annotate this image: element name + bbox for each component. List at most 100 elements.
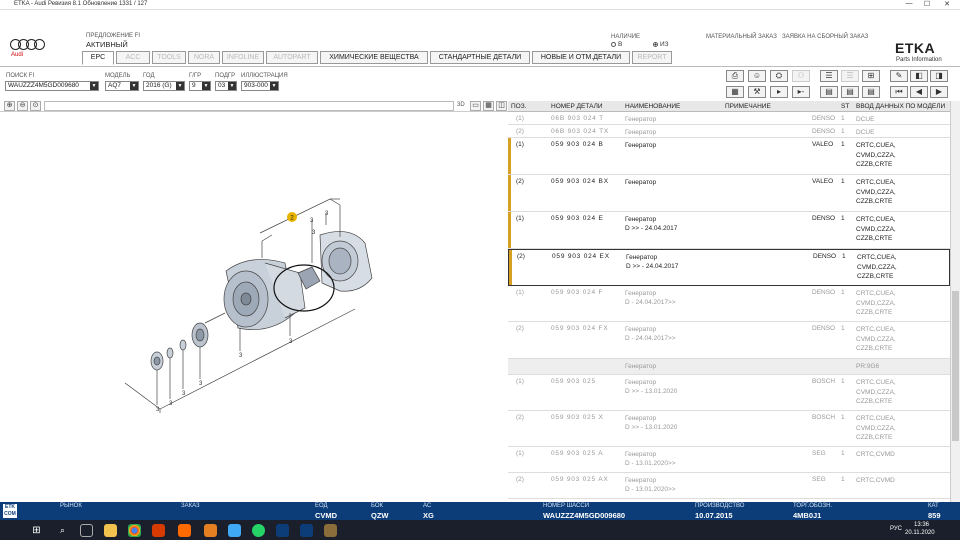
cell-name: Генератор D - 13.01.2020>> [625,477,676,493]
table-row[interactable]: (2) 059 903 025 AX Генератор D - 13.01.2020… [508,473,950,499]
col-part-number[interactable]: НОМЕР ДЕТАЛИ [551,103,603,110]
tab-new-parts[interactable]: НОВЫЕ И ОТМ.ДЕТАЛИ [532,51,630,64]
production-value: 10.07.2015 [695,511,733,520]
table-row[interactable]: (1) 059 903 024 F Генератор D - 24.04.2017>… [508,286,950,322]
windows-start-icon[interactable]: ⊞ [30,524,43,537]
col-note[interactable]: ПРИМЕЧАНИЕ [725,103,771,110]
radio-v[interactable]: В [611,41,622,48]
app-taskbar-icon[interactable] [324,524,337,537]
skype-icon[interactable] [228,524,241,537]
table-row[interactable]: (1) 059 903 025 A Генератор D - 13.01.2020>… [508,447,950,473]
table-row[interactable]: Генератор PR:9G6 [508,359,950,375]
pin-icon[interactable]: ✎ [890,70,908,82]
table-row[interactable]: (1) 059 903 024 B Генератор VALEO 1 CRTC,CUEA… [508,138,950,175]
3d-label[interactable]: 3D [457,102,465,108]
next-illustration-icon[interactable]: ◨ [930,70,948,82]
maximize-button[interactable]: ☐ [920,0,934,8]
table-row[interactable]: (2) 059 903 025 X Генератор D >> - 13.01.20… [508,411,950,447]
table-row[interactable]: (1) 059 903 024 E Генератор D >> - 24.04.20… [508,212,950,249]
sub-group-select[interactable]: 03 ▼ [215,81,237,91]
chrome-icon[interactable] [128,524,141,537]
image-search-field[interactable] [44,101,454,111]
tab-infoline[interactable]: INFOLINE [222,51,264,64]
close-button[interactable]: ✕ [940,0,954,8]
wrench-icon[interactable]: ⚒ [748,86,766,98]
minus-arrow-icon[interactable]: ▸- [792,86,810,98]
car-icon[interactable]: ⛭ [770,70,788,82]
clock-time[interactable]: 13:36 [914,522,929,528]
doc-edit2-icon[interactable]: ▤ [862,86,880,98]
next-page-icon[interactable]: ▶ [930,86,948,98]
table-row[interactable]: (2) 06B 903 024 TX Генератор DENSO 1 DCUE [508,125,950,138]
tab-epc[interactable]: EPC [82,51,114,65]
binoculars-icon[interactable]: ⚇ [792,70,810,82]
app-icon[interactable] [204,524,217,537]
parts-table-scrollbar[interactable] [950,101,960,502]
col-st[interactable]: ST [841,103,849,110]
col-name[interactable]: НАИМЕНОВАНИЕ [625,103,680,110]
table-row[interactable]: (2) 059 903 024 FX Генератор D - 24.04.2017… [508,322,950,359]
expand-icon[interactable]: ▸ [770,86,788,98]
parts-illustration[interactable]: 2 3 3 3 3 3 3 3 3 3 [0,113,508,501]
list-disabled-icon[interactable]: ☰ [841,70,859,82]
zoom-fit-icon[interactable]: ⊙ [30,101,41,111]
clock-date[interactable]: 20.11.2020 [905,530,935,536]
tab-nora[interactable]: NORA [188,51,220,64]
window-icon[interactable]: ▭ [470,101,481,111]
table-row[interactable]: (2) 059 903 024 BX Генератор VALEO 1 CRTC,CUE… [508,175,950,212]
illustration-select[interactable]: 903-000 ▼ [241,81,279,91]
collective-order-link[interactable]: ЗАЯВКА НА СБОРНЫЙ ЗАКАЗ [782,34,868,40]
table-row[interactable]: (1) 06B 903 024 T Генератор DENSO 1 DCUE [508,112,950,125]
split-icon[interactable]: ◫ [496,101,507,111]
audi-rings-logo [10,39,46,51]
tab-autopart[interactable]: AUTOPART [266,51,318,64]
vehicle-status-bar: ETK COM РЫНОК ЗАКАЗ ЕОД CVMD БОК QZW АС X… [0,502,960,520]
cell-name: Генератор D - 13.01.2020>> [625,451,676,467]
etka-taskbar-icon[interactable] [276,524,289,537]
whatsapp-icon[interactable] [252,524,265,537]
cell-note: DENSO [812,289,836,296]
model-select[interactable]: AQ7 ▼ [105,81,139,91]
office-icon[interactable] [152,524,165,537]
file-explorer-icon[interactable] [104,524,117,537]
person-icon[interactable]: ☺ [748,70,766,82]
zoom-out-icon[interactable]: ⊖ [17,101,28,111]
prev-page-icon[interactable]: ◀ [910,86,928,98]
tab-acc[interactable]: ACC [116,51,150,64]
part-label: 3 [199,381,203,387]
table-row[interactable]: (2) 059 903 024 EX Генератор D >> - 24.04.2… [508,249,950,286]
task-view-icon[interactable] [80,524,93,537]
list-icon[interactable]: ☰ [820,70,838,82]
main-group-select[interactable]: 9 ▼ [189,81,211,91]
scroll-thumb[interactable] [952,291,959,441]
minimize-button[interactable]: — [902,0,916,7]
col-model-input[interactable]: ВВОД ДАННЫХ ПО МОДЕЛИ [856,103,945,110]
print-icon[interactable]: ⎙ [726,70,744,82]
radio-iz[interactable]: ИЗ [653,41,669,48]
grid-icon[interactable]: ▦ [726,86,744,98]
language-indicator[interactable]: РУС [890,526,902,532]
row-marker [508,138,511,174]
tab-chemicals[interactable]: ХИМИЧЕСКИЕ ВЕЩЕСТВА [320,51,428,64]
search-select[interactable]: WAUZZZ4M5GD009680 ▼ [5,81,99,91]
table-row[interactable]: (1) 059 903 025 Генератор D >> - 13.01.2020… [508,375,950,411]
tab-tools[interactable]: TOOLS [152,51,186,64]
tab-report[interactable]: REPORT [632,51,672,64]
col-pos[interactable]: ПОЗ. [511,103,526,110]
cell-pos: (2) [517,253,525,260]
firefox-icon[interactable] [178,524,191,537]
doc-icon[interactable]: ▤ [820,86,838,98]
prev-illustration-icon[interactable]: ◧ [910,70,928,82]
year-select[interactable]: 2016 (G) ▼ [143,81,185,91]
part-label: 3 [156,407,160,413]
zoom-in-icon[interactable]: ⊕ [4,101,15,111]
material-order-link[interactable]: МАТЕРИАЛЬНЫЙ ЗАКАЗ [706,34,777,40]
table-icon[interactable]: ▦ [483,101,494,111]
first-page-icon[interactable]: ⏮ [890,86,908,98]
cart-icon[interactable]: ⊞ [862,70,880,82]
etka-taskbar-icon[interactable] [300,524,313,537]
doc-edit-icon[interactable]: ▤ [841,86,859,98]
tab-standard-parts[interactable]: СТАНДАРТНЫЕ ДЕТАЛИ [430,51,530,64]
search-icon[interactable]: ⌕ [56,524,69,537]
cell-model-input: CRTC,CUEA, CVMD,CZZA, CZZB,CRTE [856,415,896,441]
